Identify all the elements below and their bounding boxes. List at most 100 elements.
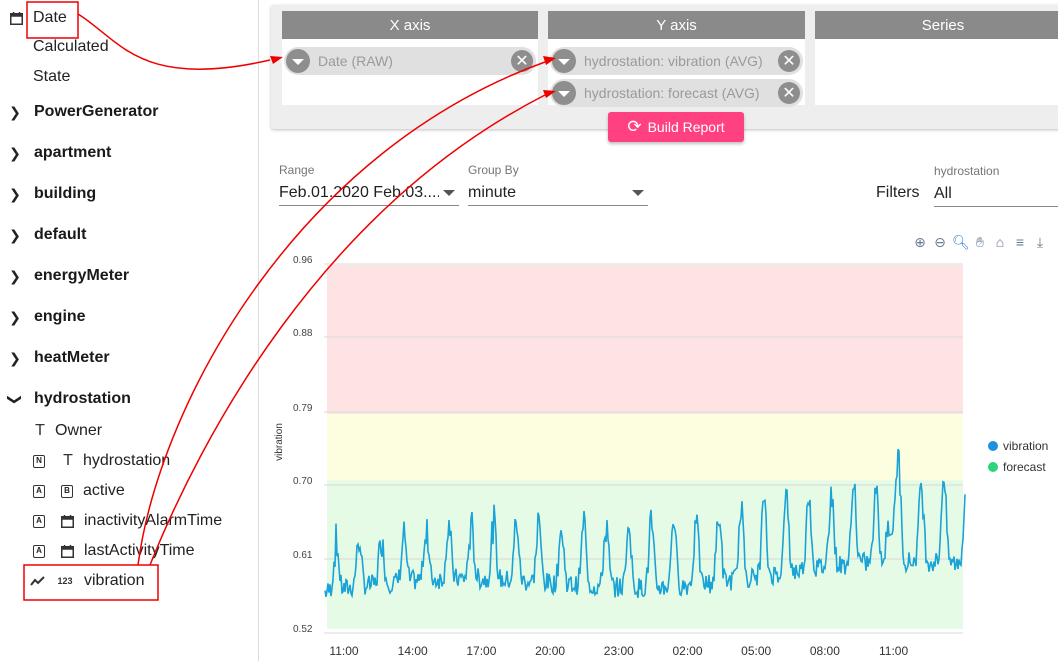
chevron-down-icon[interactable] — [552, 49, 576, 73]
close-icon[interactable]: ✕ — [778, 50, 800, 72]
zoom-selection-icon[interactable]: 🔍︎ — [952, 234, 970, 251]
legend-marker — [988, 441, 998, 451]
hydrostation-filter-value: All — [934, 184, 952, 202]
sidebar-group-engine[interactable]: ❯ engine — [8, 304, 86, 330]
groupby-value: minute — [468, 183, 517, 201]
sidebar-field-label: active — [83, 482, 125, 499]
x-tick-label: 05:00 — [741, 644, 771, 658]
sidebar-group-hydrostation[interactable]: ❯ hydrostation — [8, 386, 131, 412]
threshold-band — [327, 265, 963, 414]
calendar-icon — [61, 544, 74, 558]
threshold-band — [327, 413, 963, 481]
threshold-band — [327, 480, 963, 629]
x-tick-label: 20:00 — [535, 644, 565, 658]
text-type-icon: T — [63, 452, 73, 469]
sidebar-group-label: apartment — [34, 144, 112, 161]
range-value: Feb.01.2020 Feb.03.... — [279, 183, 439, 201]
sidebar-field-label: inactivityAlarmTime — [84, 512, 223, 529]
y-tick-label: 0.61 — [293, 550, 313, 561]
refresh-icon: ⟳ — [627, 117, 642, 136]
chevron-right-icon: ❯ — [9, 144, 21, 161]
y-axis-dropzone[interactable]: Y axis hydrostation: vibration (AVG) ✕ h… — [548, 11, 805, 107]
sidebar-group-energymeter[interactable]: ❯ energyMeter — [8, 263, 129, 289]
y-tick-label: 0.88 — [293, 328, 313, 339]
chevron-down-icon — [632, 190, 644, 196]
sidebar-field-vibration[interactable]: 123 vibration — [30, 568, 144, 594]
sidebar-group-heatmeter[interactable]: ❯ heatMeter — [8, 345, 110, 371]
sidebar-field-label: vibration — [84, 572, 145, 589]
download-icon[interactable]: ⤓ — [1032, 234, 1048, 251]
text-type-icon: T — [35, 422, 45, 439]
sidebar-field-label: lastActivityTime — [84, 542, 195, 559]
sidebar-group-label: heatMeter — [34, 349, 110, 366]
close-icon[interactable]: ✕ — [778, 82, 800, 104]
range-label: Range — [279, 163, 315, 177]
x-tick-label: 11:00 — [879, 644, 908, 658]
sidebar-item-date[interactable]: Date — [10, 5, 67, 31]
timeseries-icon — [30, 576, 45, 586]
x-tick-label: 17:00 — [466, 644, 496, 658]
sidebar-item-label: State — [33, 68, 71, 85]
x-axis-dropzone[interactable]: X axis Date (RAW) ✕ — [282, 11, 538, 105]
vibration-series-line — [324, 448, 966, 599]
chevron-down-icon[interactable] — [286, 49, 310, 73]
home-reset-icon[interactable]: ⌂ — [992, 234, 1008, 251]
chevron-down-icon[interactable] — [552, 81, 576, 105]
chip-label: hydrostation: vibration (AVG) — [584, 53, 763, 69]
y-tick-label: 0.96 — [293, 255, 313, 266]
x-tick-label: 23:00 — [604, 644, 634, 658]
query-builder-panel: X axis Date (RAW) ✕ Y axis hydrostation:… — [271, 5, 1058, 129]
sidebar-item-label: Calculated — [33, 38, 109, 55]
y-tick-label: 0.79 — [293, 403, 313, 414]
groupby-select[interactable]: minute — [468, 180, 648, 206]
sidebar-item-state[interactable]: State — [33, 64, 70, 90]
x-axis-chip-date[interactable]: Date (RAW) ✕ — [284, 47, 536, 75]
chevron-right-icon: ❯ — [9, 185, 21, 202]
zoom-out-icon[interactable]: ⊖ — [932, 234, 948, 251]
pan-hand-icon[interactable]: ✋︎ — [972, 234, 988, 251]
chevron-right-icon: ❯ — [9, 308, 21, 325]
filters-label: Filters — [876, 184, 920, 201]
x-tick-label: 08:00 — [810, 644, 840, 658]
sidebar-group-powergenerator[interactable]: ❯ PowerGenerator — [8, 99, 158, 125]
sidebar-item-calculated[interactable]: Calculated — [33, 34, 109, 60]
sidebar-group-building[interactable]: ❯ building — [8, 181, 96, 207]
x-tick-label: 02:00 — [672, 644, 702, 658]
sidebar-group-default[interactable]: ❯ default — [8, 222, 86, 248]
sidebar-group-apartment[interactable]: ❯ apartment — [8, 140, 111, 166]
build-report-label: Build Report — [647, 119, 725, 135]
range-select[interactable]: Feb.01.2020 Feb.03.... — [279, 180, 459, 206]
sidebar-group-label: engine — [34, 308, 86, 325]
x-tick-label: 11:00 — [329, 644, 358, 658]
y-tick-label: 0.52 — [293, 624, 313, 635]
sidebar-field-inactivityalarmtime[interactable]: A inactivityAlarmTime — [33, 508, 222, 534]
legend-label: forecast — [1003, 460, 1046, 474]
sidebar-field-lastactivitytime[interactable]: A lastActivityTime — [33, 538, 195, 564]
zoom-in-icon[interactable]: ⊕ — [912, 234, 928, 251]
y-axis-chip-forecast[interactable]: hydrostation: forecast (AVG) ✕ — [550, 79, 803, 107]
sidebar-field-label: hydrostation — [83, 452, 171, 469]
chevron-right-icon: ❯ — [9, 349, 21, 366]
chevron-right-icon: ❯ — [9, 226, 21, 243]
sidebar-group-label: PowerGenerator — [34, 103, 159, 120]
sidebar-field-hydrostation[interactable]: N T hydrostation — [33, 448, 170, 474]
sidebar-item-label: Date — [33, 9, 67, 26]
chart-toolbar: ⊕ ⊖ 🔍︎ ✋︎ ⌂ ≡ ⤓ — [912, 234, 1048, 251]
chip-label: Date (RAW) — [318, 53, 393, 69]
groupby-label: Group By — [468, 163, 519, 177]
hydrostation-filter-select[interactable]: All — [934, 181, 1058, 207]
close-icon[interactable]: ✕ — [511, 50, 533, 72]
legend-marker — [988, 462, 998, 472]
sidebar-group-label: default — [34, 226, 87, 243]
sidebar: Date Calculated State ❯ PowerGenerator ❯… — [0, 0, 259, 661]
boolean-type-icon: B — [61, 484, 73, 498]
sidebar-field-owner[interactable]: T Owner — [33, 418, 102, 444]
build-report-button[interactable]: ⟳ Build Report — [608, 112, 744, 142]
badge-n-icon: N — [33, 454, 45, 468]
y-axis-chip-vibration[interactable]: hydrostation: vibration (AVG) ✕ — [550, 47, 803, 75]
series-dropzone[interactable]: Series — [815, 11, 1058, 105]
sidebar-field-active[interactable]: A B active — [33, 478, 125, 504]
menu-icon[interactable]: ≡ — [1012, 234, 1028, 251]
sidebar-group-label: building — [34, 185, 97, 202]
y-tick-label: 0.70 — [293, 476, 313, 487]
